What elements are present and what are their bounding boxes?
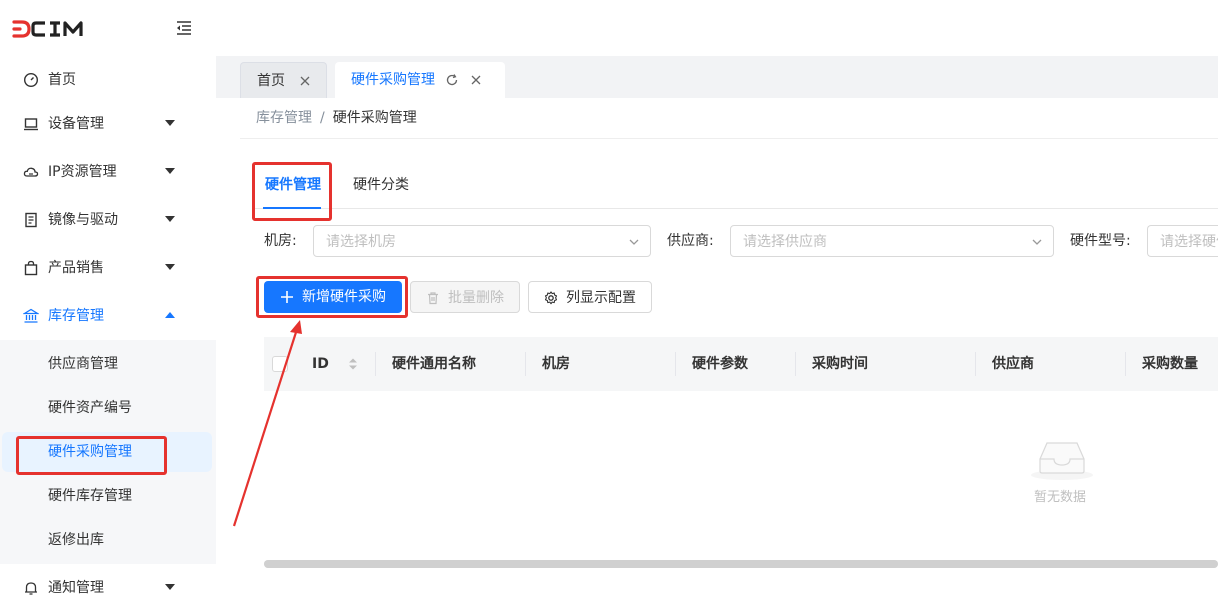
sidebar-item-label: 产品销售	[48, 260, 104, 276]
cloud-icon	[23, 164, 39, 180]
plus-icon	[280, 290, 294, 304]
divider	[240, 138, 1218, 139]
subtab-hardware-management[interactable]: 硬件管理	[265, 176, 321, 194]
caret-up-icon	[165, 312, 175, 318]
filter-label-hardware-model: 硬件型号:	[1070, 233, 1131, 249]
sidebar-item-label: 首页	[48, 72, 76, 88]
batch-delete-button[interactable]: 批量删除	[410, 281, 520, 313]
sidebar-subitem-label: 硬件库存管理	[48, 488, 132, 504]
room-select-placeholder: 请选择机房	[326, 234, 396, 250]
caret-down-icon	[165, 264, 175, 270]
sort-icon[interactable]	[348, 356, 358, 372]
column-divider	[375, 352, 376, 376]
select-all-checkbox[interactable]	[272, 356, 288, 372]
close-icon[interactable]	[469, 73, 483, 87]
setting-icon	[544, 291, 558, 305]
subtab-hardware-category[interactable]: 硬件分类	[353, 176, 409, 194]
dashboard-icon	[23, 72, 39, 88]
caret-down-icon	[165, 584, 175, 590]
column-header-purchase-time: 采购时间	[812, 356, 868, 372]
caret-down-icon	[165, 168, 175, 174]
sidebar-item-notifications[interactable]: 通知管理	[0, 566, 216, 603]
breadcrumb-current: 硬件采购管理	[332, 110, 417, 126]
column-header-hardware-params: 硬件参数	[692, 356, 748, 372]
sidebar-item-inventory[interactable]: 库存管理	[0, 294, 216, 338]
page-tab-bar: 首页 硬件采购管理	[216, 56, 1218, 98]
sidebar-item-home[interactable]: 首页	[0, 58, 216, 102]
breadcrumb-separator: /	[320, 110, 325, 126]
add-button-label: 新增硬件采购	[302, 289, 386, 305]
sidebar-item-label: 库存管理	[48, 308, 104, 324]
filter-label-supplier: 供应商:	[667, 233, 714, 249]
column-config-label: 列显示配置	[566, 290, 636, 306]
delete-icon	[426, 291, 440, 305]
sidebar-item-label: 设备管理	[48, 116, 104, 132]
chevron-down-icon	[628, 236, 640, 248]
sidebar-subitem-hardware-stock[interactable]: 硬件库存管理	[0, 476, 216, 516]
sidebar-subitem-label: 返修出库	[48, 532, 104, 548]
tab-hardware-purchase[interactable]: 硬件采购管理	[335, 62, 505, 98]
shopping-bag-icon	[23, 260, 39, 276]
column-header-room: 机房	[542, 356, 570, 372]
column-header-purchase-quantity: 采购数量	[1142, 356, 1198, 372]
chevron-down-icon	[1031, 236, 1043, 248]
column-header-supplier: 供应商	[992, 356, 1034, 372]
horizontal-scrollbar[interactable]	[264, 560, 1218, 568]
tab-label: 硬件采购管理	[351, 72, 435, 88]
hardware-model-select[interactable]: 请选择硬件型号	[1147, 225, 1218, 257]
column-divider	[675, 352, 676, 376]
room-select[interactable]: 请选择机房	[313, 225, 651, 257]
sidebar-item-product-sales[interactable]: 产品销售	[0, 246, 216, 290]
add-hardware-purchase-button[interactable]: 新增硬件采购	[264, 281, 402, 313]
menu-fold-icon[interactable]	[174, 18, 194, 38]
sidebar-item-label: 镜像与驱动	[48, 212, 118, 228]
batch-delete-label: 批量删除	[448, 290, 504, 306]
hardware-model-select-placeholder: 请选择硬件型号	[1160, 234, 1218, 250]
sidebar-item-label: 通知管理	[48, 580, 104, 596]
close-icon[interactable]	[298, 74, 312, 88]
file-icon	[23, 212, 39, 228]
sidebar-subitem-label: 供应商管理	[48, 356, 118, 372]
sidebar-subitem-label: 硬件资产编号	[48, 400, 132, 416]
column-divider	[1125, 352, 1126, 376]
sidebar-item-devices[interactable]: 设备管理	[0, 102, 216, 146]
bell-icon	[23, 580, 39, 596]
tab-home[interactable]: 首页	[240, 62, 327, 98]
sidebar-item-label: IP资源管理	[48, 164, 117, 180]
supplier-select-placeholder: 请选择供应商	[743, 234, 827, 250]
sidebar-item-ip-resources[interactable]: IP资源管理	[0, 150, 216, 194]
refresh-icon[interactable]	[445, 73, 459, 87]
dcim-logo[interactable]	[12, 18, 84, 40]
sidebar-subitem-supplier-management[interactable]: 供应商管理	[0, 344, 216, 384]
sidebar-subitem-label: 硬件采购管理	[48, 444, 132, 460]
sidebar-subitem-repair-outbound[interactable]: 返修出库	[0, 520, 216, 560]
laptop-icon	[23, 116, 39, 132]
bank-icon	[22, 308, 40, 324]
caret-down-icon	[165, 216, 175, 222]
column-header-hardware-name: 硬件通用名称	[392, 356, 476, 372]
filter-label-room: 机房:	[264, 233, 297, 249]
supplier-select[interactable]: 请选择供应商	[730, 225, 1054, 257]
active-tab-indicator	[263, 207, 321, 209]
sidebar-subitem-hardware-purchase[interactable]: 硬件采购管理	[2, 432, 212, 472]
column-header-id[interactable]: ID	[312, 355, 329, 373]
scrollbar-thumb[interactable]	[264, 560, 1218, 568]
tab-label: 首页	[257, 73, 285, 89]
sidebar-item-images-drivers[interactable]: 镜像与驱动	[0, 198, 216, 242]
column-config-button[interactable]: 列显示配置	[528, 281, 652, 313]
sidebar: 首页 设备管理 IP资源管理 镜像与驱动 产品销售 库存管理 供应商管理 硬件资…	[0, 0, 216, 603]
breadcrumb-parent[interactable]: 库存管理	[256, 110, 312, 126]
breadcrumb: 库存管理 / 硬件采购管理	[256, 109, 417, 127]
empty-inbox-icon	[1030, 438, 1094, 482]
column-divider	[975, 352, 976, 376]
empty-state-text: 暂无数据	[1034, 490, 1087, 505]
top-header	[216, 0, 1218, 56]
column-divider	[525, 352, 526, 376]
caret-down-icon	[165, 120, 175, 126]
subtab-divider	[252, 208, 1218, 209]
sidebar-subitem-hardware-asset-number[interactable]: 硬件资产编号	[0, 388, 216, 428]
column-divider	[795, 352, 796, 376]
